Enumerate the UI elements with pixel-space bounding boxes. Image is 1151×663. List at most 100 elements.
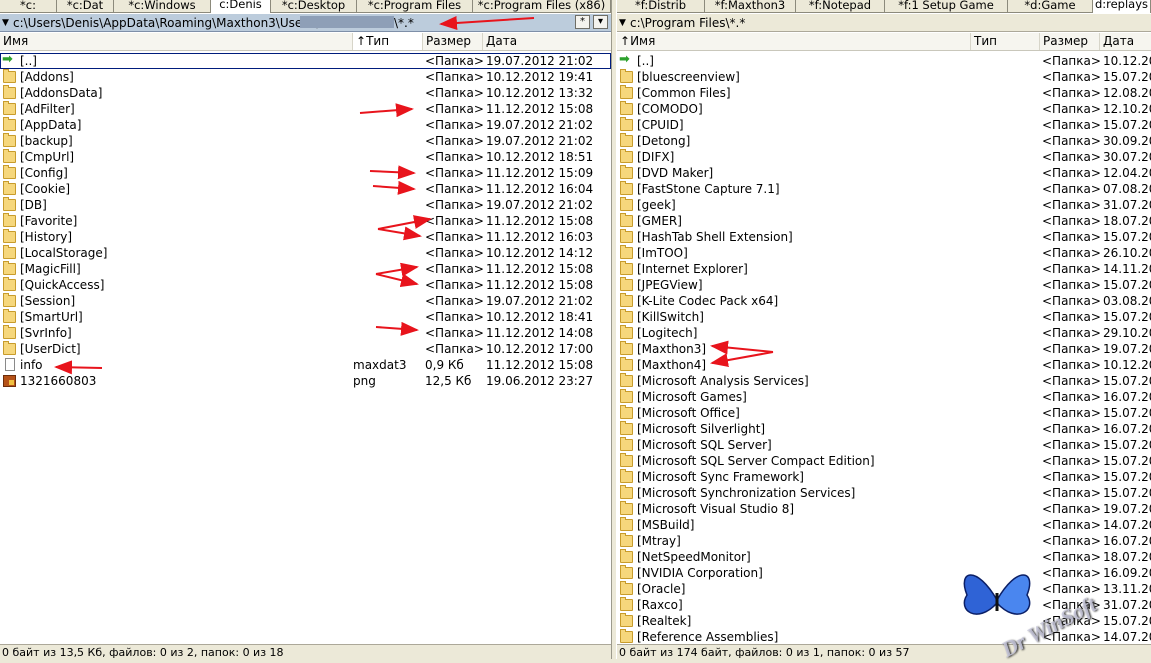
- file-row[interactable]: [ImTOO] <Папка>26.10.20: [617, 245, 1151, 261]
- file-row[interactable]: [Microsoft Analysis Services] <Папка> 15.0…: [617, 373, 1151, 389]
- favorites-star-button[interactable]: *: [575, 15, 590, 29]
- tab-d-replays[interactable]: d:replays: [1093, 0, 1151, 13]
- file-row[interactable]: ➡ [..] <Папка>10.12.20: [617, 53, 1151, 69]
- filter-dropdown-icon[interactable]: ▼: [619, 15, 626, 31]
- file-row[interactable]: [Reference Assemblies] <Папка>14.07.20: [617, 629, 1151, 645]
- file-row[interactable]: [JPEGView] <Папка>15.07.20: [617, 277, 1151, 293]
- file-row[interactable]: [AppData] <Папка> 19.07.2012 21:02: [0, 117, 611, 133]
- tab-f-notepad[interactable]: *f:Notepad: [796, 0, 885, 13]
- file-row[interactable]: [QuickAccess] <Папка> 11.12.2012 15:08: [0, 277, 611, 293]
- file-row[interactable]: [geek] <Папка>31.07.20: [617, 197, 1151, 213]
- file-row[interactable]: [LocalStorage] <Папка> 10.12.2012 14:12: [0, 245, 611, 261]
- column-type-header[interactable]: Тип: [971, 33, 1040, 50]
- file-row[interactable]: [Microsoft Office] <Папка>15.07.20: [617, 405, 1151, 421]
- filter-dropdown-icon[interactable]: ▼: [2, 15, 9, 31]
- file-row[interactable]: [DB] <Папка> 19.07.2012 21:02: [0, 197, 611, 213]
- file-row[interactable]: [Microsoft SQL Server] <Папка>15.07.20: [617, 437, 1151, 453]
- file-row[interactable]: [UserDict] <Папка> 10.12.2012 17:00: [0, 341, 611, 357]
- file-row[interactable]: [Internet Explorer] <Папка>14.11.20: [617, 261, 1151, 277]
- file-date: 10.12.20: [1103, 358, 1151, 372]
- folder-icon: [620, 357, 633, 371]
- file-row[interactable]: [SmartUrl] <Папка> 10.12.2012 18:41: [0, 309, 611, 325]
- tab-d-game[interactable]: *d:Game: [1008, 0, 1093, 13]
- file-row[interactable]: 1321660803 png 12,5 Кб 19.06.2012 23:27: [0, 373, 611, 389]
- file-row[interactable]: [backup] <Папка> 19.07.2012 21:02: [0, 133, 611, 149]
- tab-f-maxthon3[interactable]: *f:Maxthon3: [705, 0, 796, 13]
- file-row[interactable]: [AddonsData] <Папка> 10.12.2012 13:32: [0, 85, 611, 101]
- file-row[interactable]: [Microsoft Visual Studio 8] <Папка> 19.07.…: [617, 501, 1151, 517]
- tab-c-desktop[interactable]: *c:Desktop: [271, 0, 357, 13]
- file-name: [UserDict]: [20, 342, 81, 356]
- file-row[interactable]: [Microsoft Silverlight] <Папка>16.07.20: [617, 421, 1151, 437]
- file-date: 16.09.20: [1103, 566, 1151, 580]
- file-row[interactable]: [DVD Maker] <Папка>12.04.20: [617, 165, 1151, 181]
- file-date: 14.07.20: [1103, 518, 1151, 532]
- file-row[interactable]: [Config] <Папка> 11.12.2012 15:09: [0, 165, 611, 181]
- file-row[interactable]: [FastStone Capture 7.1] <Папка>07.08.20: [617, 181, 1151, 197]
- tab-c-dat[interactable]: *c:Dat: [57, 0, 114, 13]
- file-row[interactable]: [Logitech] <Папка>29.10.20: [617, 325, 1151, 341]
- file-row[interactable]: [Session] <Папка> 19.07.2012 21:02: [0, 293, 611, 309]
- file-row[interactable]: [MagicFill] <Папка> 11.12.2012 15:08: [0, 261, 611, 277]
- column-name-header[interactable]: ↑Имя: [617, 33, 971, 50]
- file-row[interactable]: [NetSpeedMonitor] <Папка>18.07.20: [617, 549, 1151, 565]
- column-name-header[interactable]: Имя: [0, 33, 353, 50]
- history-dropdown-button[interactable]: ▾: [593, 15, 608, 29]
- file-name: [Reference Assemblies]: [637, 630, 779, 644]
- file-row[interactable]: [Oracle] <Папка>13.11.20: [617, 581, 1151, 597]
- file-row[interactable]: [K-Lite Codec Pack x64] <Папка>03.08.20: [617, 293, 1151, 309]
- file-row[interactable]: [KillSwitch] <Папка>15.07.20: [617, 309, 1151, 325]
- file-row[interactable]: [Common Files] <Папка>12.08.20: [617, 85, 1151, 101]
- tab-c-program-files[interactable]: *c:Program Files: [357, 0, 473, 13]
- file-row[interactable]: [Maxthon3] <Папка>19.07.20: [617, 341, 1151, 357]
- file-date: 03.08.20: [1103, 294, 1151, 308]
- column-date-header[interactable]: Дата: [483, 33, 611, 50]
- file-row[interactable]: [Mtray] <Папка>16.07.20: [617, 533, 1151, 549]
- file-row[interactable]: [DIFX] <Папка>30.07.20: [617, 149, 1151, 165]
- tab-f-distrib[interactable]: *f:Distrib: [617, 0, 705, 13]
- file-row[interactable]: [NVIDIA Corporation] <Папка>16.09.20: [617, 565, 1151, 581]
- file-row[interactable]: [SvrInfo] <Папка> 11.12.2012 14:08: [0, 325, 611, 341]
- redacted-username: [300, 16, 394, 28]
- file-row[interactable]: [AdFilter] <Папка> 11.12.2012 15:08: [0, 101, 611, 117]
- file-date: 10.12.2012 13:32: [486, 86, 594, 100]
- file-row[interactable]: [Raxco] <Папка>31.07.20: [617, 597, 1151, 613]
- left-path-bar[interactable]: ▼ c:\Users\Denis\AppData\Roaming\Maxthon…: [0, 14, 611, 32]
- file-row[interactable]: [Maxthon4] <Папка>10.12.20: [617, 357, 1151, 373]
- file-row[interactable]: [HashTab Shell Extension] <Папка>15.07.20: [617, 229, 1151, 245]
- file-row[interactable]: [COMODO] <Папка>12.10.20: [617, 101, 1151, 117]
- file-row[interactable]: [Favorite] <Папка> 11.12.2012 15:08: [0, 213, 611, 229]
- file-size: <Папка>: [1042, 310, 1101, 324]
- file-row[interactable]: ➡ [..] <Папка> 19.07.2012 21:02: [0, 53, 611, 69]
- tab-c-program-files-x86[interactable]: *c:Program Files (x86): [473, 0, 611, 13]
- file-row[interactable]: [CmpUrl] <Папка> 10.12.2012 18:51: [0, 149, 611, 165]
- file-row[interactable]: [Microsoft Sync Framework] <Папка> 15.07.2…: [617, 469, 1151, 485]
- file-row[interactable]: [History] <Папка> 11.12.2012 16:03: [0, 229, 611, 245]
- tab-c-windows[interactable]: *c:Windows: [114, 0, 211, 13]
- file-name: [CmpUrl]: [20, 150, 75, 164]
- tab-c-denis[interactable]: c:Denis: [211, 0, 271, 13]
- file-row[interactable]: [GMER] <Папка>18.07.20: [617, 213, 1151, 229]
- file-row[interactable]: [Microsoft Synchronization Services] <Пап…: [617, 485, 1151, 501]
- file-row[interactable]: info maxdat3 0,9 Кб 11.12.2012 15:08: [0, 357, 611, 373]
- column-size-header[interactable]: Размер: [1040, 33, 1100, 50]
- tab-f-setup-game[interactable]: *f:1 Setup Game: [885, 0, 1008, 13]
- column-size-header[interactable]: Размер: [423, 33, 483, 50]
- tab-c-root[interactable]: *c:: [0, 0, 57, 13]
- file-row[interactable]: [Cookie] <Папка> 11.12.2012 16:04: [0, 181, 611, 197]
- column-type-header[interactable]: ↑Тип: [353, 33, 423, 50]
- file-date: 19.07.20: [1103, 342, 1151, 356]
- file-row[interactable]: [CPUID] <Папка>15.07.20: [617, 117, 1151, 133]
- file-row[interactable]: [Microsoft SQL Server Compact Edition] <П…: [617, 453, 1151, 469]
- file-row[interactable]: [bluescreenview] <Папка>15.07.20: [617, 69, 1151, 85]
- left-path-mask: \*.*: [394, 16, 414, 30]
- file-name: [Microsoft SQL Server]: [637, 438, 772, 452]
- file-row[interactable]: [MSBuild] <Папка>14.07.20: [617, 517, 1151, 533]
- column-date-header[interactable]: Дата: [1100, 33, 1151, 50]
- file-row[interactable]: [Microsoft Games] <Папка>16.07.20: [617, 389, 1151, 405]
- file-row[interactable]: [Addons] <Папка> 10.12.2012 19:41: [0, 69, 611, 85]
- file-row[interactable]: [Detong] <Папка>30.09.20: [617, 133, 1151, 149]
- right-path-bar[interactable]: ▼ c:\Program Files\*.*: [617, 14, 1151, 32]
- file-row[interactable]: [Realtek] <Папка>15.07.20: [617, 613, 1151, 629]
- folder-icon: [3, 181, 16, 195]
